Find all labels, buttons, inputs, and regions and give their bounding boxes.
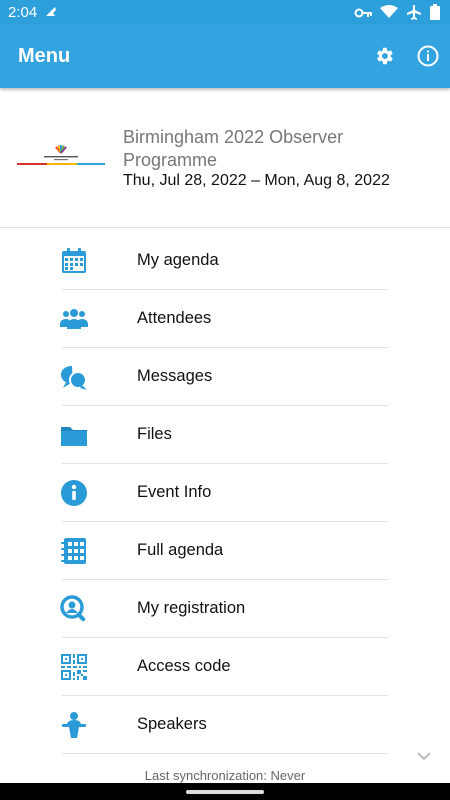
menu-item-label: Full agenda [137,541,224,559]
menu-item-label: Files [137,425,172,443]
menu-item-label: My registration [137,599,246,617]
page-title: Menu [18,45,71,67]
chevron-down-icon[interactable] [416,749,432,767]
battery-icon [430,4,440,25]
folder-icon [60,421,88,449]
wifi-icon [380,5,398,24]
menu-item-my-agenda[interactable]: My agenda [0,232,450,290]
airplane-icon [406,4,422,25]
menu-item-my-registration[interactable]: My registration [0,580,450,638]
status-bar: 2:04 [0,0,450,24]
status-time: 2:04 [8,4,38,21]
system-icons [354,4,440,25]
people-icon [60,305,88,333]
menu-item-full-agenda[interactable]: Full agenda [0,522,450,580]
event-header: Birmingham 2022 Observer Programme Thu, … [0,88,450,228]
menu-item-attendees[interactable]: Attendees [0,290,450,348]
system-nav-bar [0,783,450,800]
menu-item-messages[interactable]: Messages [0,348,450,406]
calendar-icon [60,247,88,275]
app-bar: Menu [0,24,450,88]
event-logo [16,143,106,175]
event-dates: Thu, Jul 28, 2022 – Mon, Aug 8, 2022 [123,172,390,189]
menu-item-event-info[interactable]: Event Info [0,464,450,522]
info-icon[interactable] [417,45,439,72]
menu-item-access-code[interactable]: Access code [0,638,450,696]
last-sync-text: Last synchronization: Never [144,768,306,783]
chat-icon [60,363,88,391]
speaker-icon [60,711,88,739]
vpn-key-icon [354,6,372,24]
menu-item-label: Event Info [137,483,212,501]
menu-item-files[interactable]: Files [0,406,450,464]
agenda-grid-icon [60,537,88,565]
menu-item-label: Attendees [137,309,212,327]
main-menu: My agenda Attendees Messages Files Event… [0,232,450,754]
menu-item-label: My agenda [137,251,219,269]
menu-item-label: Access code [137,657,231,675]
menu-item-label: Messages [137,367,213,385]
divider [62,753,388,754]
info-circle-icon [60,479,88,507]
qr-code-icon [60,653,88,681]
notification-icon [44,5,58,24]
menu-item-label: Speakers [137,715,207,733]
event-name: Birmingham 2022 Observer Programme [123,127,344,170]
menu-item-speakers[interactable]: Speakers [0,696,450,754]
gear-icon[interactable] [373,45,395,72]
registration-icon [60,595,88,623]
home-handle[interactable] [186,790,264,794]
